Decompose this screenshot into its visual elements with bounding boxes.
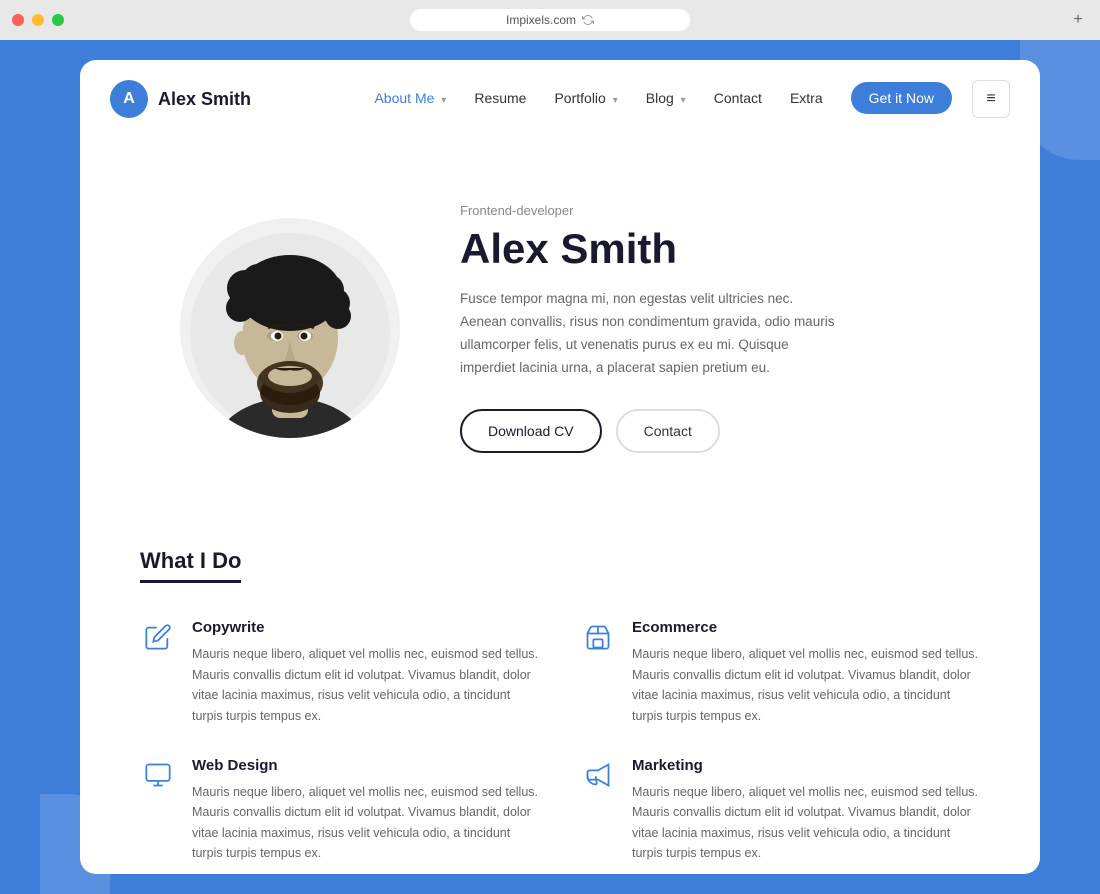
service-item-webdesign: Web Design Mauris neque libero, aliquet … [140, 757, 540, 865]
service-title-ecommerce: Ecommerce [632, 619, 980, 636]
chevron-down-icon: ▾ [681, 95, 686, 106]
hero-subtitle: Frontend-developer [460, 203, 980, 218]
nav-link-extra[interactable]: Extra [790, 90, 823, 106]
hero-section: Frontend-developer Alex Smith Fusce temp… [80, 138, 1040, 518]
service-title-webdesign: Web Design [192, 757, 540, 774]
hero-description: Fusce tempor magna mi, non egestas velit… [460, 288, 840, 380]
download-cv-button[interactable]: Download CV [460, 409, 602, 453]
nav-link-cta[interactable]: Get it Now [851, 82, 952, 114]
service-title-copywrite: Copywrite [192, 619, 540, 636]
service-item-ecommerce: Ecommerce Mauris neque libero, aliquet v… [580, 619, 980, 727]
hero-buttons: Download CV Contact [460, 409, 980, 453]
avatar-circle [180, 218, 400, 438]
nav-item-about[interactable]: About Me ▾ [374, 90, 446, 108]
logo-name: Alex Smith [158, 89, 251, 110]
nav-links: About Me ▾ Resume Portfolio ▾ Blog ▾ [374, 90, 952, 108]
navbar: A Alex Smith About Me ▾ Resume Portfolio… [80, 60, 1040, 138]
chevron-down-icon: ▾ [613, 95, 618, 106]
browser-chrome: Impixels.com + [0, 0, 1100, 40]
service-item-marketing: Marketing Mauris neque libero, aliquet v… [580, 757, 980, 865]
avatar-image [190, 228, 390, 438]
nav-link-contact[interactable]: Contact [714, 90, 762, 106]
nav-item-portfolio[interactable]: Portfolio ▾ [554, 90, 617, 108]
service-content-webdesign: Web Design Mauris neque libero, aliquet … [192, 757, 540, 865]
traffic-light-green[interactable] [52, 14, 64, 26]
service-title-marketing: Marketing [632, 757, 980, 774]
nav-item-blog[interactable]: Blog ▾ [646, 90, 686, 108]
nav-link-about[interactable]: About Me ▾ [374, 90, 446, 106]
service-content-copywrite: Copywrite Mauris neque libero, aliquet v… [192, 619, 540, 727]
nav-item-contact[interactable]: Contact [714, 90, 762, 108]
main-card: A Alex Smith About Me ▾ Resume Portfolio… [80, 60, 1040, 874]
nav-link-blog[interactable]: Blog ▾ [646, 90, 686, 106]
traffic-light-red[interactable] [12, 14, 24, 26]
service-desc-webdesign: Mauris neque libero, aliquet vel mollis … [192, 782, 540, 865]
hamburger-button[interactable]: ≡ [972, 80, 1010, 118]
new-tab-button[interactable]: + [1068, 10, 1088, 30]
nav-item-extra[interactable]: Extra [790, 90, 823, 108]
service-content-ecommerce: Ecommerce Mauris neque libero, aliquet v… [632, 619, 980, 727]
logo-area: A Alex Smith [110, 80, 251, 118]
chevron-down-icon: ▾ [441, 95, 446, 106]
service-desc-marketing: Mauris neque libero, aliquet vel mollis … [632, 782, 980, 865]
nav-link-portfolio[interactable]: Portfolio ▾ [554, 90, 617, 106]
service-desc-copywrite: Mauris neque libero, aliquet vel mollis … [192, 644, 540, 727]
service-content-marketing: Marketing Mauris neque libero, aliquet v… [632, 757, 980, 865]
nav-item-cta[interactable]: Get it Now [851, 90, 952, 108]
hero-content: Frontend-developer Alex Smith Fusce temp… [460, 203, 980, 454]
what-i-do-section: What I Do Copywrite Mauris neque libero,… [80, 518, 1040, 874]
address-bar[interactable]: Impixels.com [410, 9, 690, 31]
service-desc-ecommerce: Mauris neque libero, aliquet vel mollis … [632, 644, 980, 727]
logo-icon: A [110, 80, 148, 118]
url-text: Impixels.com [506, 13, 576, 27]
traffic-light-yellow[interactable] [32, 14, 44, 26]
megaphone-icon [580, 757, 616, 793]
hamburger-icon: ≡ [986, 90, 995, 108]
nav-item-resume[interactable]: Resume [474, 90, 526, 108]
nav-link-resume[interactable]: Resume [474, 90, 526, 106]
contact-button[interactable]: Contact [616, 409, 720, 453]
hero-image-container [180, 218, 400, 438]
hero-name: Alex Smith [460, 226, 980, 272]
shop-icon [580, 619, 616, 655]
services-grid: Copywrite Mauris neque libero, aliquet v… [140, 619, 980, 864]
what-i-do-title: What I Do [140, 548, 241, 583]
monitor-icon [140, 757, 176, 793]
service-item-copywrite: Copywrite Mauris neque libero, aliquet v… [140, 619, 540, 727]
pencil-icon [140, 619, 176, 655]
